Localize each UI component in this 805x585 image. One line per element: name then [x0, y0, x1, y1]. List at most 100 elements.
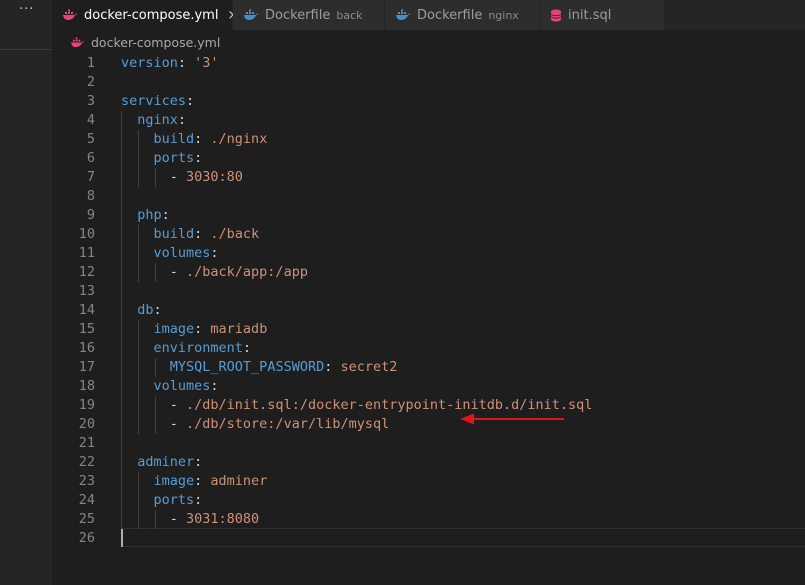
tab-bar: docker-compose.yml × Dockerfile back Doc… — [52, 0, 805, 30]
code-line[interactable]: 16 environment: — [52, 339, 805, 358]
code-line[interactable]: 15 image: mariadb — [52, 320, 805, 339]
code-line[interactable]: 11 volumes: — [52, 244, 805, 263]
yaml-punctuation — [121, 454, 137, 470]
tab-label: docker-compose.yml — [84, 7, 219, 23]
breadcrumb: docker-compose.yml — [52, 30, 805, 54]
yaml-key: ports — [153, 492, 195, 508]
yaml-value: ./db/store:/var/lib/mysql — [186, 416, 390, 432]
code-line[interactable]: 9 php: — [52, 206, 805, 225]
yaml-value: 3031:8080 — [186, 511, 260, 527]
line-number: 25 — [78, 511, 95, 527]
database-icon — [550, 9, 562, 22]
tab-docker-compose[interactable]: docker-compose.yml × — [52, 0, 238, 30]
code-editor[interactable]: 1 version: '3' 2 3 services: 4 nginx: 5 build:… — [52, 54, 805, 585]
yaml-key: db — [137, 302, 154, 318]
yaml-punctuation: : — [161, 207, 170, 223]
line-content: version: '3' — [121, 54, 219, 73]
code-line[interactable]: 7 - 3030:80 — [52, 168, 805, 187]
yaml-value: adminer — [210, 473, 268, 489]
yaml-value: ./nginx — [210, 131, 268, 147]
code-line[interactable]: 20 - ./db/store:/var/lib/mysql — [52, 415, 805, 434]
yaml-punctuation: : — [194, 150, 203, 166]
yaml-punctuation: - — [121, 511, 187, 527]
code-line[interactable]: 6 ports: — [52, 149, 805, 168]
line-content: MYSQL_ROOT_PASSWORD: secret2 — [121, 358, 398, 377]
code-line[interactable]: 1 version: '3' — [52, 54, 805, 73]
code-line[interactable]: 10 build: ./back — [52, 225, 805, 244]
line-content: ports: — [121, 491, 203, 510]
tab-init-sql[interactable]: init.sql — [540, 0, 665, 30]
yaml-punctuation: : — [194, 131, 211, 147]
tab-description: back — [336, 8, 363, 22]
yaml-punctuation — [121, 150, 154, 166]
code-line[interactable]: 4 nginx: — [52, 111, 805, 130]
code-line[interactable]: 3 services: — [52, 92, 805, 111]
code-line[interactable]: 25 - 3031:8080 — [52, 510, 805, 529]
yaml-key: php — [137, 207, 162, 223]
breadcrumb-file[interactable]: docker-compose.yml — [91, 35, 220, 50]
code-line[interactable]: 21 — [52, 434, 805, 453]
code-line[interactable]: 23 image: adminer — [52, 472, 805, 491]
yaml-punctuation: : — [194, 226, 211, 242]
yaml-punctuation — [121, 378, 154, 394]
line-number: 10 — [78, 226, 95, 242]
line-number: 23 — [78, 473, 95, 489]
code-line[interactable]: 12 - ./back/app:/app — [52, 263, 805, 282]
line-content: - 3030:80 — [121, 168, 243, 187]
code-line[interactable]: 24 ports: — [52, 491, 805, 510]
line-content: db: — [121, 301, 161, 320]
docker-whale-icon — [70, 36, 85, 48]
code-line[interactable]: 14 db: — [52, 301, 805, 320]
yaml-key: environment — [153, 340, 243, 356]
tab-dockerfile-back[interactable]: Dockerfile back — [233, 0, 385, 30]
line-number: 8 — [86, 188, 95, 204]
line-number: 5 — [86, 131, 95, 147]
line-content: volumes: — [121, 244, 219, 263]
line-content: image: mariadb — [121, 320, 268, 339]
line-number: 11 — [78, 245, 95, 261]
code-line[interactable]: 17 MYSQL_ROOT_PASSWORD: secret2 — [52, 358, 805, 377]
yaml-key: volumes — [153, 245, 211, 261]
yaml-punctuation: : — [186, 93, 195, 109]
line-content: image: adminer — [121, 472, 268, 491]
yaml-punctuation: - — [121, 416, 187, 432]
yaml-punctuation — [121, 112, 137, 128]
yaml-punctuation — [121, 473, 154, 489]
yaml-key: build — [153, 131, 195, 147]
tab-label: Dockerfile — [265, 7, 331, 23]
yaml-punctuation: - — [121, 397, 187, 413]
line-content: - ./back/app:/app — [121, 263, 308, 282]
yaml-punctuation — [121, 245, 154, 261]
tab-dockerfile-nginx[interactable]: Dockerfile nginx — [385, 0, 540, 30]
yaml-punctuation — [121, 359, 170, 375]
line-content: build: ./back — [121, 225, 260, 244]
yaml-key: image — [153, 473, 195, 489]
yaml-value: ./db/init.sql:/docker-entrypoint-initdb.… — [186, 397, 593, 413]
line-number: 14 — [78, 302, 95, 318]
code-line[interactable]: 19 - ./db/init.sql:/docker-entrypoint-in… — [52, 396, 805, 415]
line-content: php: — [121, 206, 170, 225]
tab-label: Dockerfile — [417, 7, 483, 23]
line-number: 1 — [86, 55, 95, 71]
yaml-value: ./back — [210, 226, 260, 242]
code-line[interactable]: 13 — [52, 282, 805, 301]
vscode-window: ··· docker-compose.yml × Dockerfile back… — [0, 0, 805, 585]
code-line[interactable]: 18 volumes: — [52, 377, 805, 396]
yaml-punctuation — [121, 302, 137, 318]
yaml-key: build — [153, 226, 195, 242]
line-content: ports: — [121, 149, 203, 168]
line-number: 17 — [78, 359, 95, 375]
more-actions-button[interactable]: ··· — [19, 2, 34, 17]
line-number: 21 — [78, 435, 95, 451]
yaml-punctuation: : — [242, 340, 252, 356]
line-number: 22 — [78, 454, 95, 470]
yaml-key: adminer — [137, 454, 195, 470]
line-content: build: ./nginx — [121, 130, 268, 149]
tab-description: nginx — [488, 8, 519, 22]
code-line[interactable]: 2 — [52, 73, 805, 92]
code-line[interactable]: 26 — [52, 529, 805, 548]
line-number: 3 — [86, 93, 95, 109]
code-line[interactable]: 8 — [52, 187, 805, 206]
code-line[interactable]: 5 build: ./nginx — [52, 130, 805, 149]
code-line[interactable]: 22 adminer: — [52, 453, 805, 472]
